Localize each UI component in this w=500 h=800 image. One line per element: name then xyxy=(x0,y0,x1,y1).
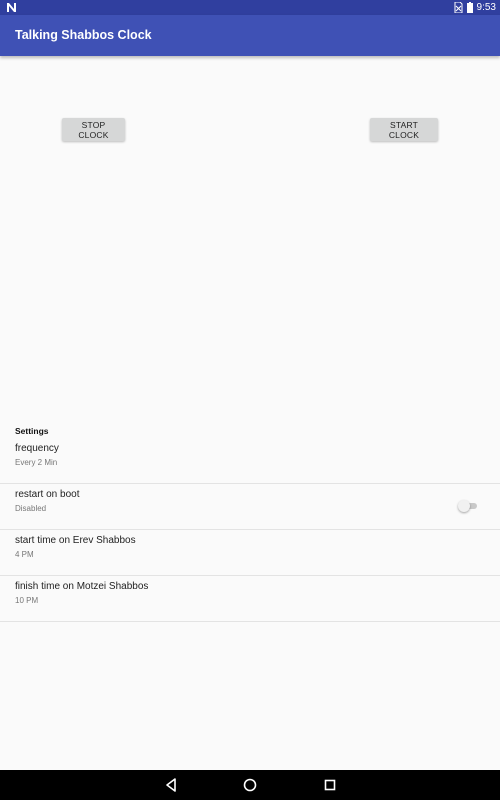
pref-summary: 4 PM xyxy=(15,550,34,559)
start-clock-button[interactable]: START CLOCK xyxy=(370,118,438,141)
pref-start-time[interactable]: start time on Erev Shabbos 4 PM xyxy=(0,529,500,576)
status-right: 9:53 xyxy=(454,0,496,15)
battery-icon xyxy=(466,2,473,13)
pref-summary: Disabled xyxy=(15,504,47,513)
pref-restart-on-boot[interactable]: restart on boot Disabled xyxy=(0,483,500,530)
pref-finish-time[interactable]: finish time on Motzei Shabbos 10 PM xyxy=(0,575,500,622)
pref-title: restart on boot xyxy=(15,489,80,500)
navigation-bar xyxy=(0,770,500,800)
status-time: 9:53 xyxy=(476,2,496,13)
pref-frequency[interactable]: frequency Every 2 Min xyxy=(0,437,500,484)
switch-thumb xyxy=(458,500,470,512)
pref-title: finish time on Motzei Shabbos xyxy=(15,581,149,592)
status-bar: 9:53 xyxy=(0,0,500,15)
pref-title: frequency xyxy=(15,443,59,454)
pref-summary: 10 PM xyxy=(15,596,39,605)
app-bar: Talking Shabbos Clock xyxy=(0,15,500,56)
back-icon[interactable] xyxy=(163,777,179,793)
home-icon[interactable] xyxy=(242,777,258,793)
app-title: Talking Shabbos Clock xyxy=(15,28,152,42)
n-notification-icon xyxy=(7,3,16,12)
pref-summary: Every 2 Min xyxy=(15,458,58,467)
restart-on-boot-switch[interactable] xyxy=(458,500,478,512)
stop-clock-button[interactable]: STOP CLOCK xyxy=(62,118,125,141)
recents-icon[interactable] xyxy=(322,777,338,793)
settings-header: Settings xyxy=(15,426,49,436)
no-sim-icon xyxy=(454,2,463,13)
pref-title: start time on Erev Shabbos xyxy=(15,535,136,546)
